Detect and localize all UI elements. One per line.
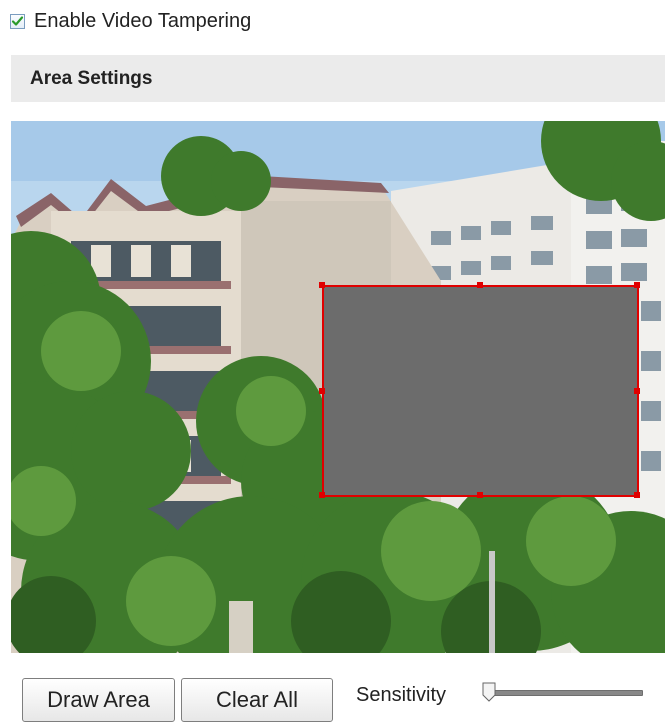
- area-edge-handle[interactable]: [319, 388, 325, 394]
- checkmark-icon: [11, 15, 24, 26]
- sensitivity-slider-track[interactable]: [487, 690, 643, 696]
- area-corner-handle[interactable]: [634, 492, 640, 498]
- area-corner-handle[interactable]: [319, 282, 325, 288]
- sensitivity-slider-thumb[interactable]: [482, 682, 496, 702]
- enable-video-tampering-checkbox[interactable]: [10, 13, 25, 29]
- area-corner-handle[interactable]: [319, 492, 325, 498]
- tamper-detection-area[interactable]: [322, 285, 639, 497]
- enable-video-tampering-label[interactable]: Enable Video Tampering: [34, 10, 251, 33]
- sensitivity-label: Sensitivity: [356, 684, 447, 706]
- video-preview[interactable]: [11, 121, 665, 653]
- area-edge-handle[interactable]: [477, 282, 483, 288]
- area-settings-title: Area Settings: [30, 67, 153, 89]
- area-controls: Draw Area Clear All Sensitivity: [0, 653, 665, 722]
- area-edge-handle[interactable]: [634, 388, 640, 394]
- draw-area-button[interactable]: Draw Area: [22, 678, 175, 722]
- enable-video-tampering-row[interactable]: Enable Video Tampering: [10, 9, 251, 33]
- area-corner-handle[interactable]: [634, 282, 640, 288]
- area-edge-handle[interactable]: [477, 492, 483, 498]
- clear-all-button[interactable]: Clear All: [181, 678, 333, 722]
- area-settings-header: Area Settings: [11, 55, 665, 102]
